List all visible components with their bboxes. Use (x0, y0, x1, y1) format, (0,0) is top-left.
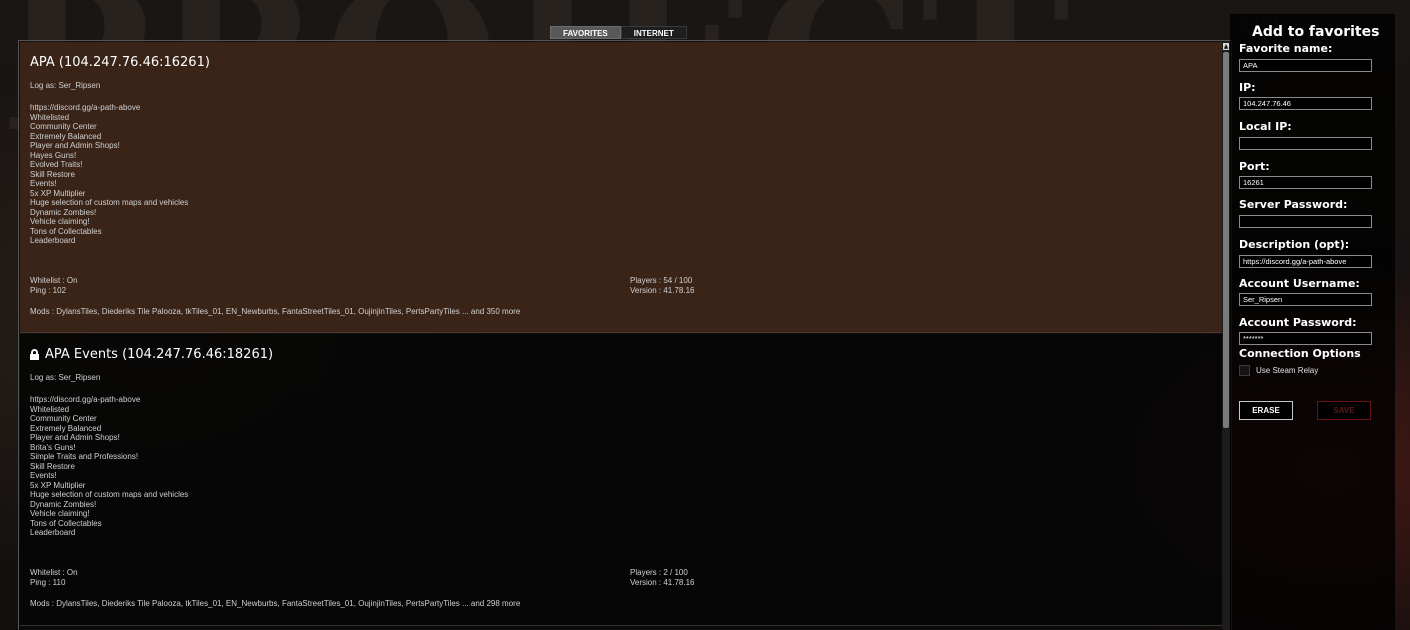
server-password-label: Server Password: (1239, 198, 1348, 211)
use-steam-relay-row[interactable]: Use Steam Relay (1239, 365, 1318, 376)
description-line: Vehicle claiming! (30, 217, 90, 226)
description-label: Description (opt): (1239, 238, 1350, 251)
port-input[interactable]: 16261 (1239, 176, 1372, 189)
description-line: Tons of Collectables (30, 518, 102, 528)
description-line: Skill Restore (30, 169, 75, 179)
description-line: Leaderboard (30, 236, 76, 245)
server-list: APA (104.247.76.46:16261) Log as: Ser_Ri… (18, 40, 1232, 630)
account-password-input[interactable]: ******* (1239, 332, 1372, 345)
server-browser-tabs: FAVORITES INTERNET (550, 26, 687, 39)
description-line: Simple Traits and Professions! (30, 452, 139, 461)
description-line: https://discord.gg/a-path-above (30, 103, 141, 112)
scroll-thumb[interactable] (1223, 52, 1229, 428)
description-line: Huge selection of custom maps and vehicl… (30, 198, 189, 207)
lock-icon (30, 349, 39, 360)
panel-title: Add to favorites (1252, 24, 1380, 40)
use-steam-relay-checkbox[interactable] (1239, 365, 1250, 376)
server-title: APA (104.247.76.46:16261) (30, 55, 210, 70)
description-line: Extremely Balanced (30, 131, 102, 141)
description-line: Extremely Balanced (30, 423, 102, 433)
description-line: Leaderboard (30, 528, 76, 537)
description-line: Brita's Guns! (30, 442, 76, 452)
description-line: Community Center (30, 414, 97, 423)
server-players-version: Players : 54 / 100 Version : 41.78.16 (630, 276, 695, 295)
server-ping: Ping : 110 (30, 577, 66, 587)
server-description: https://discord.gg/a-path-above Whitelis… (30, 103, 188, 246)
server-title-text: APA (104.247.76.46:16261) (30, 55, 210, 70)
server-whitelist-ping: Whitelist : On Ping : 102 (30, 276, 78, 295)
server-players-version: Players : 2 / 100 Version : 41.78.16 (630, 568, 695, 587)
account-username-input[interactable]: Ser_Ripsen (1239, 293, 1372, 306)
server-version: Version : 41.78.16 (630, 285, 695, 295)
connection-options-label: Connection Options (1239, 347, 1361, 360)
use-steam-relay-label: Use Steam Relay (1256, 366, 1319, 375)
server-mods: Mods : DylansTiles, Diederiks Tile Paloo… (30, 599, 521, 608)
account-password-label: Account Password: (1239, 316, 1357, 329)
server-login-as: Log as: Ser_Ripsen (30, 373, 101, 382)
description-line: Vehicle claiming! (30, 509, 90, 518)
description-line: 5x XP Multiplier (30, 480, 86, 490)
description-input[interactable]: https://discord.gg/a-path-above (1239, 255, 1372, 268)
description-line: Dynamic Zombies! (30, 207, 97, 217)
server-players: Players : 2 / 100 (630, 568, 688, 577)
local-ip-input[interactable] (1239, 137, 1372, 150)
description-line: Community Center (30, 122, 97, 131)
description-line: Tons of Collectables (30, 226, 102, 236)
description-line: Hayes Guns! (30, 150, 77, 160)
server-list-item-apa-events[interactable]: APA Events (104.247.76.46:18261) Log as:… (20, 334, 1222, 626)
description-line: Evolved Traits! (30, 160, 83, 169)
description-line: Player and Admin Shops! (30, 141, 120, 150)
ip-label: IP: (1239, 81, 1256, 94)
description-line: Skill Restore (30, 461, 75, 471)
server-version: Version : 41.78.16 (630, 577, 695, 587)
description-line: Whitelisted (30, 112, 70, 122)
server-title-text: APA Events (104.247.76.46:18261) (45, 347, 274, 362)
description-line: Player and Admin Shops! (30, 433, 120, 442)
favorite-name-label: Favorite name: (1239, 42, 1333, 55)
server-whitelist-ping: Whitelist : On Ping : 110 (30, 568, 78, 587)
server-ping: Ping : 102 (30, 285, 67, 295)
favorite-name-input[interactable]: APA (1239, 59, 1372, 72)
server-description: https://discord.gg/a-path-above Whitelis… (30, 395, 188, 538)
description-line: https://discord.gg/a-path-above (30, 395, 141, 404)
server-list-scrollbar[interactable]: ▲ (1222, 41, 1230, 630)
description-line: Whitelisted (30, 404, 70, 414)
server-whitelist: Whitelist : On (30, 276, 78, 285)
server-players: Players : 54 / 100 (630, 276, 693, 285)
server-list-item-apa[interactable]: APA (104.247.76.46:16261) Log as: Ser_Ri… (20, 42, 1222, 333)
tab-favorites[interactable]: FAVORITES (550, 26, 621, 39)
server-password-input[interactable] (1239, 215, 1372, 228)
account-username-label: Account Username: (1239, 277, 1360, 290)
server-mods: Mods : DylansTiles, Diederiks Tile Paloo… (30, 307, 521, 316)
save-button[interactable]: SAVE (1317, 401, 1371, 420)
erase-button[interactable]: ERASE (1239, 401, 1293, 420)
add-to-favorites-panel: Add to favorites Favorite name: APA IP: … (1230, 14, 1395, 630)
port-label: Port: (1239, 160, 1270, 173)
ip-input[interactable]: 104.247.76.46 (1239, 97, 1372, 110)
scroll-up-arrow-icon[interactable]: ▲ (1223, 43, 1229, 50)
description-line: Events! (30, 471, 57, 480)
local-ip-label: Local IP: (1239, 120, 1292, 133)
tab-internet[interactable]: INTERNET (620, 26, 687, 39)
description-line: Dynamic Zombies! (30, 499, 97, 509)
server-login-as: Log as: Ser_Ripsen (30, 81, 101, 90)
description-line: Events! (30, 179, 57, 188)
description-line: Huge selection of custom maps and vehicl… (30, 490, 189, 499)
server-title: APA Events (104.247.76.46:18261) (30, 347, 273, 362)
server-whitelist: Whitelist : On (30, 568, 78, 577)
description-line: 5x XP Multiplier (30, 188, 86, 198)
